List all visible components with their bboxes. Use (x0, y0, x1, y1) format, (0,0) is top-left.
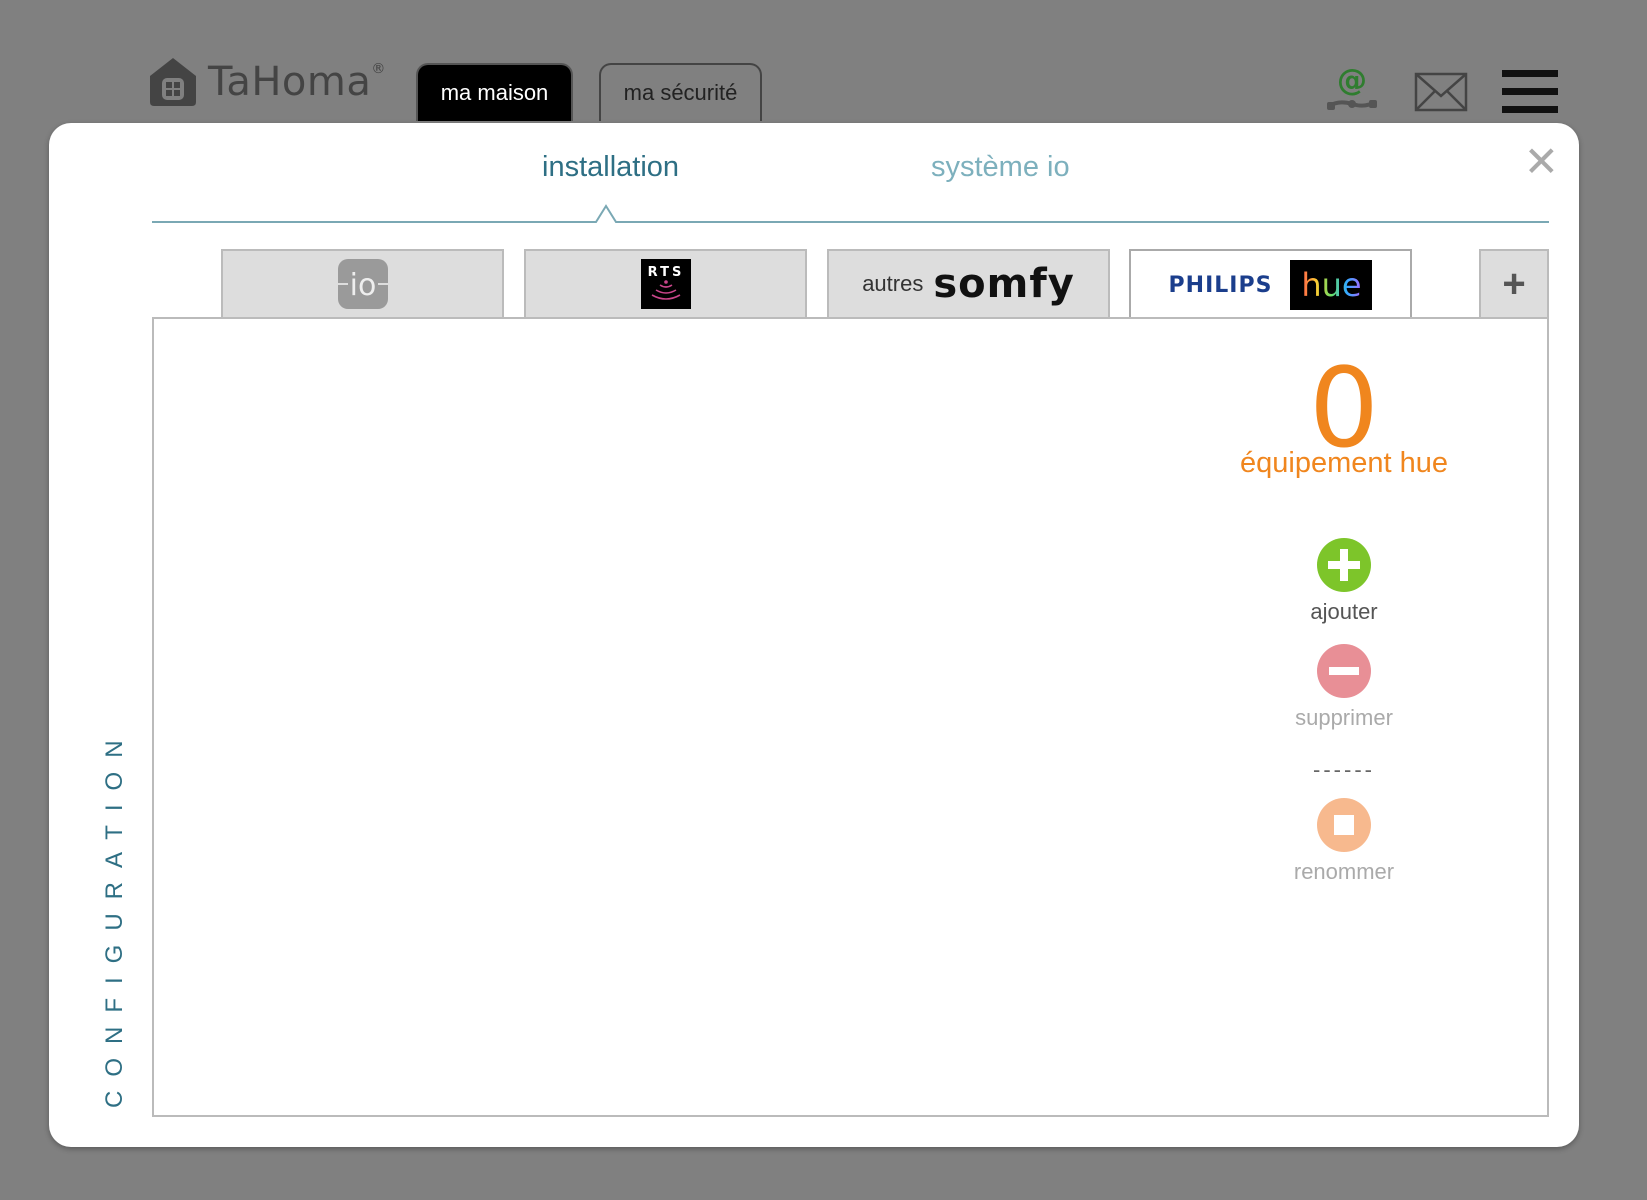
add-equipment-button[interactable]: ajouter (1244, 537, 1444, 625)
io-logo-icon: io (336, 259, 389, 309)
protocol-tab-io[interactable]: io (221, 249, 504, 317)
tab-systeme-io[interactable]: système io (931, 151, 1070, 184)
philips-logo-text: PHILIPS (1168, 272, 1273, 298)
at-connection-icon[interactable]: @ (1325, 64, 1379, 114)
rename-equipment-button[interactable]: renommer (1244, 797, 1444, 885)
svg-text:io: io (349, 268, 376, 303)
action-separator: ------ (1313, 757, 1375, 782)
minus-circle-icon (1317, 644, 1371, 698)
hamburger-menu-icon[interactable] (1502, 70, 1558, 114)
protocol-tab-philips-hue[interactable]: PHILIPS hue (1129, 249, 1412, 319)
ma-securite-button[interactable]: ma sécurité (599, 63, 762, 121)
rts-logo-icon: RTS (640, 259, 691, 309)
somfy-logo-text: somfy (933, 261, 1075, 307)
svg-text:RTS: RTS (647, 265, 684, 280)
protocol-tab-rts[interactable]: RTS (524, 249, 807, 317)
configuration-side-label: CONFIGURATION (101, 726, 128, 1108)
remove-equipment-button[interactable]: supprimer (1244, 643, 1444, 731)
house-icon (150, 58, 196, 106)
logo-text: TaHoma® (208, 59, 386, 105)
tab-installation[interactable]: installation (542, 151, 679, 184)
hue-logo-text: hue (1301, 266, 1362, 304)
plus-icon: + (1502, 261, 1526, 306)
envelope-icon[interactable] (1414, 72, 1468, 112)
svg-text:@: @ (1337, 64, 1367, 98)
hue-logo: hue (1290, 260, 1373, 310)
add-protocol-button[interactable]: + (1479, 249, 1549, 317)
ma-maison-label: ma maison (440, 80, 549, 105)
add-equipment-label: ajouter (1310, 599, 1378, 624)
tab-indicator-line (152, 204, 1549, 223)
remove-equipment-label: supprimer (1295, 705, 1393, 730)
configuration-modal: ✕ installation système io CONFIGURATION … (49, 123, 1579, 1147)
ma-maison-button[interactable]: ma maison (416, 63, 573, 121)
tahoma-logo: TaHoma® (148, 56, 386, 108)
equipment-count-label: équipement hue (1240, 447, 1448, 479)
equipment-panel: 0 équipement hue ajouter supprimer -----… (152, 317, 1549, 1117)
rename-equipment-label: renommer (1293, 859, 1395, 884)
somfy-prefix: autres (862, 271, 924, 296)
plus-circle-icon (1317, 538, 1371, 592)
protocol-tab-autres-somfy[interactable]: autres somfy (827, 249, 1110, 317)
ma-securite-label: ma sécurité (623, 80, 738, 105)
square-circle-icon (1317, 798, 1371, 852)
close-icon[interactable]: ✕ (1524, 141, 1559, 183)
